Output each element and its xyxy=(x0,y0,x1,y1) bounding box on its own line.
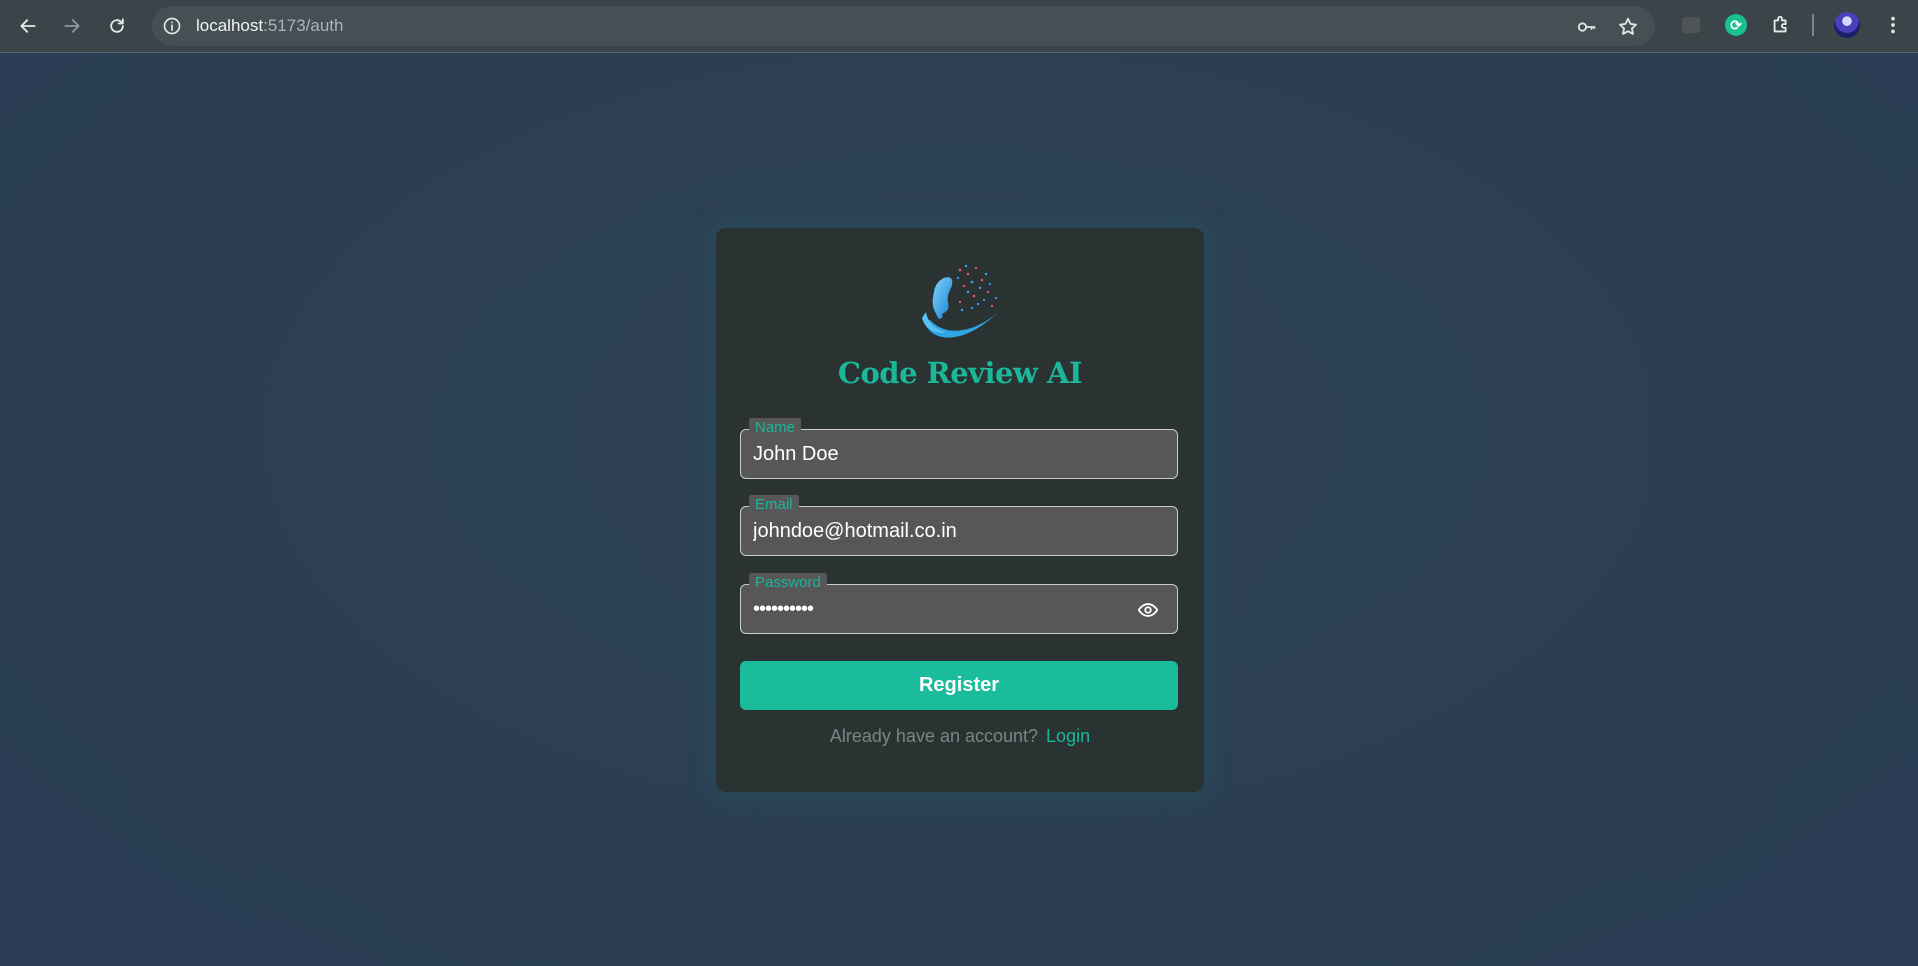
back-icon xyxy=(20,19,36,33)
url-text[interactable]: localhost:5173/auth xyxy=(196,6,343,46)
auth-card: Code Review AI Name Email Password Regis… xyxy=(716,228,1204,792)
email-field[interactable]: Email xyxy=(740,495,1178,556)
reload-button[interactable] xyxy=(101,10,133,42)
toolbar-divider xyxy=(1812,14,1814,36)
sync-extension-icon[interactable]: ⟳ xyxy=(1723,12,1749,38)
forward-icon xyxy=(64,19,80,33)
reload-icon xyxy=(110,18,124,33)
avatar[interactable] xyxy=(1834,12,1860,38)
email-input[interactable] xyxy=(753,507,1133,555)
logo-icon xyxy=(922,264,998,338)
show-password-icon[interactable] xyxy=(1137,599,1159,621)
address-bar[interactable]: localhost:5173/auth xyxy=(152,6,1655,46)
name-input[interactable] xyxy=(753,430,1133,478)
brand-title: Code Review AI xyxy=(837,356,1083,390)
password-input[interactable] xyxy=(753,585,1133,633)
puzzle-icon[interactable] xyxy=(1768,12,1794,38)
extension-icon[interactable] xyxy=(1678,12,1704,38)
browser-toolbar: localhost:5173/auth ⟳ xyxy=(0,0,1918,53)
url-path: :5173/auth xyxy=(263,16,344,35)
login-prompt-text: Already have an account? xyxy=(829,726,1039,746)
key-icon[interactable] xyxy=(1576,16,1598,38)
url-host: localhost xyxy=(196,16,264,35)
back-button[interactable] xyxy=(12,10,44,42)
info-icon[interactable] xyxy=(162,16,182,36)
kebab-menu-icon[interactable] xyxy=(1880,12,1906,38)
password-field[interactable]: Password xyxy=(740,573,1178,634)
name-field[interactable]: Name xyxy=(740,418,1178,479)
register-button[interactable]: Register xyxy=(740,661,1178,710)
login-link[interactable]: Login xyxy=(1046,726,1090,746)
forward-button[interactable] xyxy=(56,10,88,42)
login-prompt: Already have an account? Login xyxy=(716,726,1204,747)
star-icon[interactable] xyxy=(1617,16,1639,38)
